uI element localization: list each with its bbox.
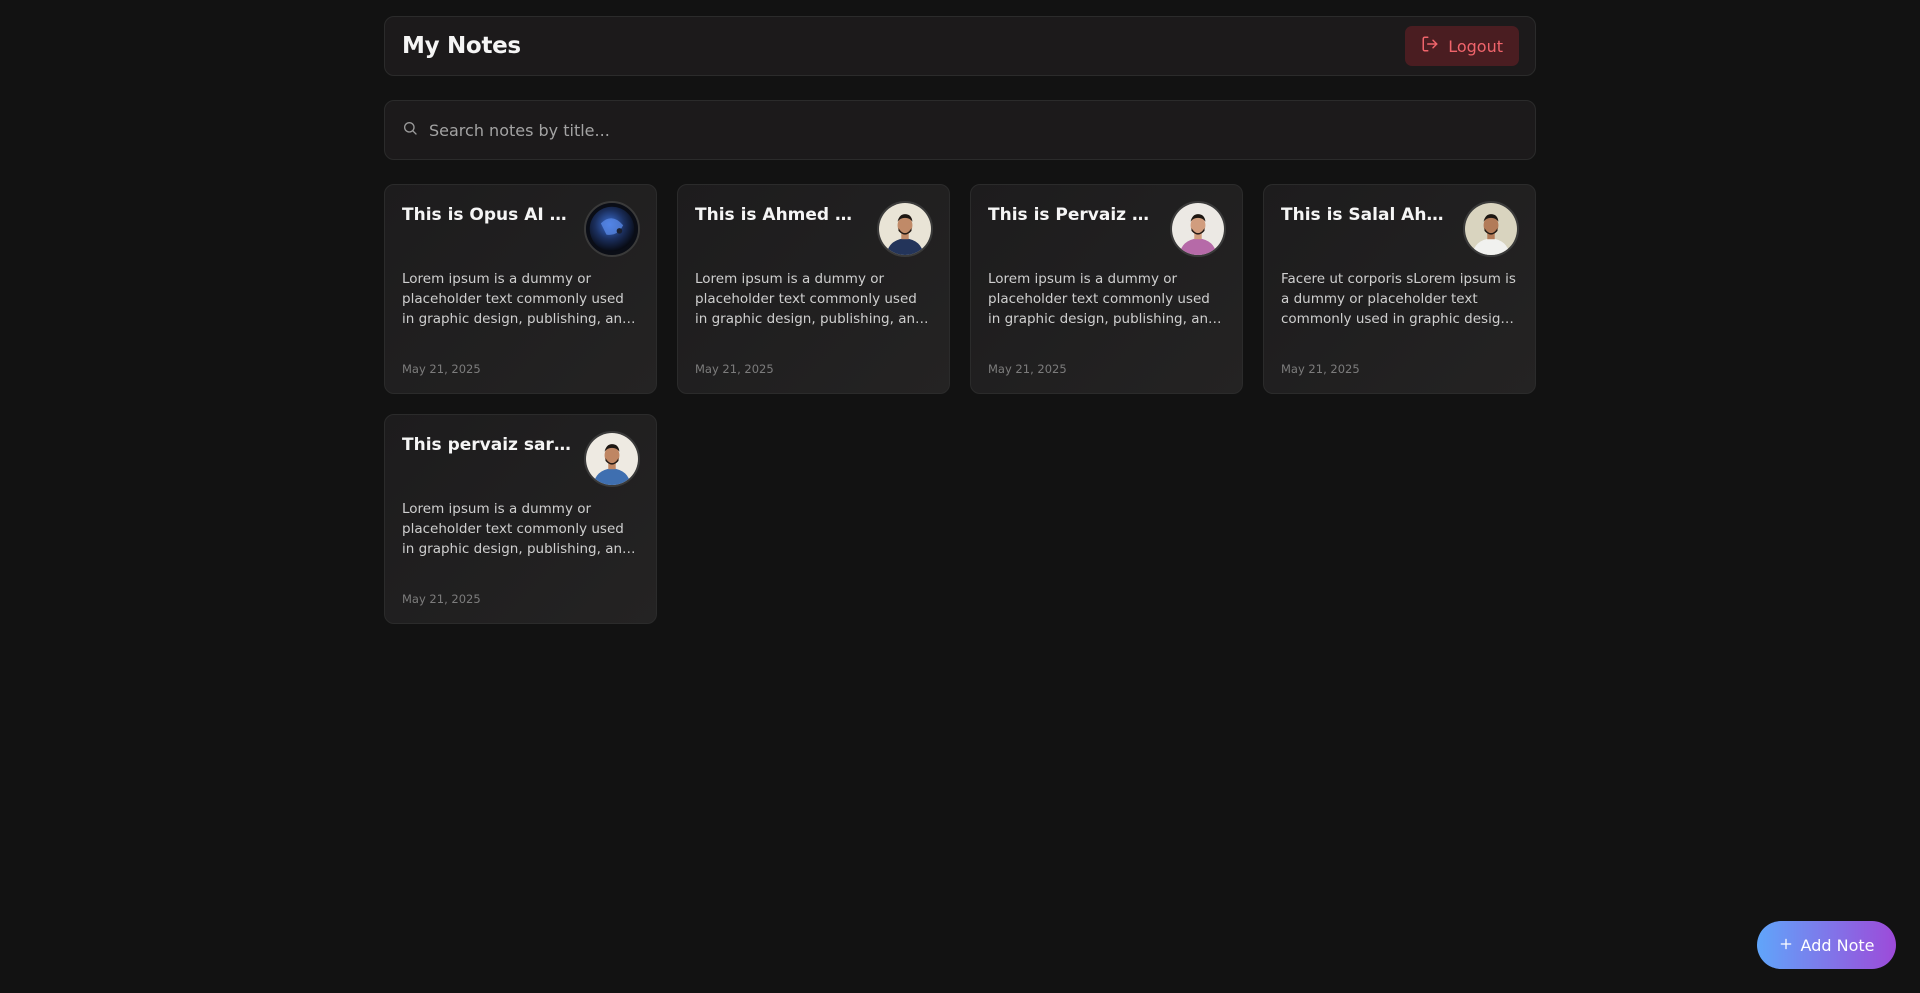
note-card-header: This is Pervaiz Abbas <box>988 201 1226 257</box>
opus-ai-logo-avatar <box>584 201 640 257</box>
note-card[interactable]: This is Opus AI Logo Lorem ipsum is a du… <box>384 184 657 394</box>
plus-icon <box>1779 936 1793 955</box>
note-title: This pervaiz sarfraz image <box>402 435 576 455</box>
note-date: May 21, 2025 <box>402 592 481 606</box>
note-card[interactable]: This pervaiz sarfraz image Lorem ipsum i… <box>384 414 657 624</box>
note-card[interactable]: This is Ahmed Waseem Lorem ipsum is a du… <box>677 184 950 394</box>
add-note-label: Add Note <box>1800 935 1875 955</box>
logout-label: Logout <box>1448 36 1503 56</box>
note-body: Lorem ipsum is a dummy or placeholder te… <box>402 271 631 327</box>
search-input[interactable] <box>429 120 1518 140</box>
person-avatar <box>877 201 933 257</box>
person-avatar <box>1463 201 1519 257</box>
add-note-button[interactable]: Add Note <box>1757 921 1896 969</box>
note-card-header: This pervaiz sarfraz image <box>402 431 640 487</box>
note-title: This is Pervaiz Abbas <box>988 205 1162 225</box>
note-title: This is Salal Ahmed <box>1281 205 1455 225</box>
note-date: May 21, 2025 <box>695 362 774 376</box>
person-avatar <box>584 431 640 487</box>
note-card[interactable]: This is Pervaiz Abbas Lorem ipsum is a d… <box>970 184 1243 394</box>
logout-button[interactable]: Logout <box>1405 26 1519 66</box>
note-title: This is Opus AI Logo <box>402 205 576 225</box>
page-title: My Notes <box>402 33 521 59</box>
note-card-header: This is Ahmed Waseem <box>695 201 933 257</box>
app-header: My Notes Logout <box>384 16 1536 76</box>
note-body: Facere ut corporis sLorem ipsum is a dum… <box>1281 271 1516 327</box>
note-body: Lorem ipsum is a dummy or placeholder te… <box>402 501 631 557</box>
note-body: Lorem ipsum is a dummy or placeholder te… <box>988 271 1217 327</box>
note-card-header: This is Opus AI Logo <box>402 201 640 257</box>
note-card-header: This is Salal Ahmed <box>1281 201 1519 257</box>
note-body: Lorem ipsum is a dummy or placeholder te… <box>695 271 924 327</box>
note-date: May 21, 2025 <box>988 362 1067 376</box>
notes-page: My Notes Logout This is Opus AI Logo <box>384 16 1536 624</box>
note-card[interactable]: This is Salal Ahmed Facere ut corporis s… <box>1263 184 1536 394</box>
note-title: This is Ahmed Waseem <box>695 205 869 225</box>
person-avatar <box>1170 201 1226 257</box>
note-date: May 21, 2025 <box>1281 362 1360 376</box>
search-bar <box>384 100 1536 160</box>
logout-icon <box>1421 35 1439 57</box>
note-date: May 21, 2025 <box>402 362 481 376</box>
notes-grid: This is Opus AI Logo Lorem ipsum is a du… <box>384 184 1536 624</box>
search-icon <box>402 120 418 140</box>
